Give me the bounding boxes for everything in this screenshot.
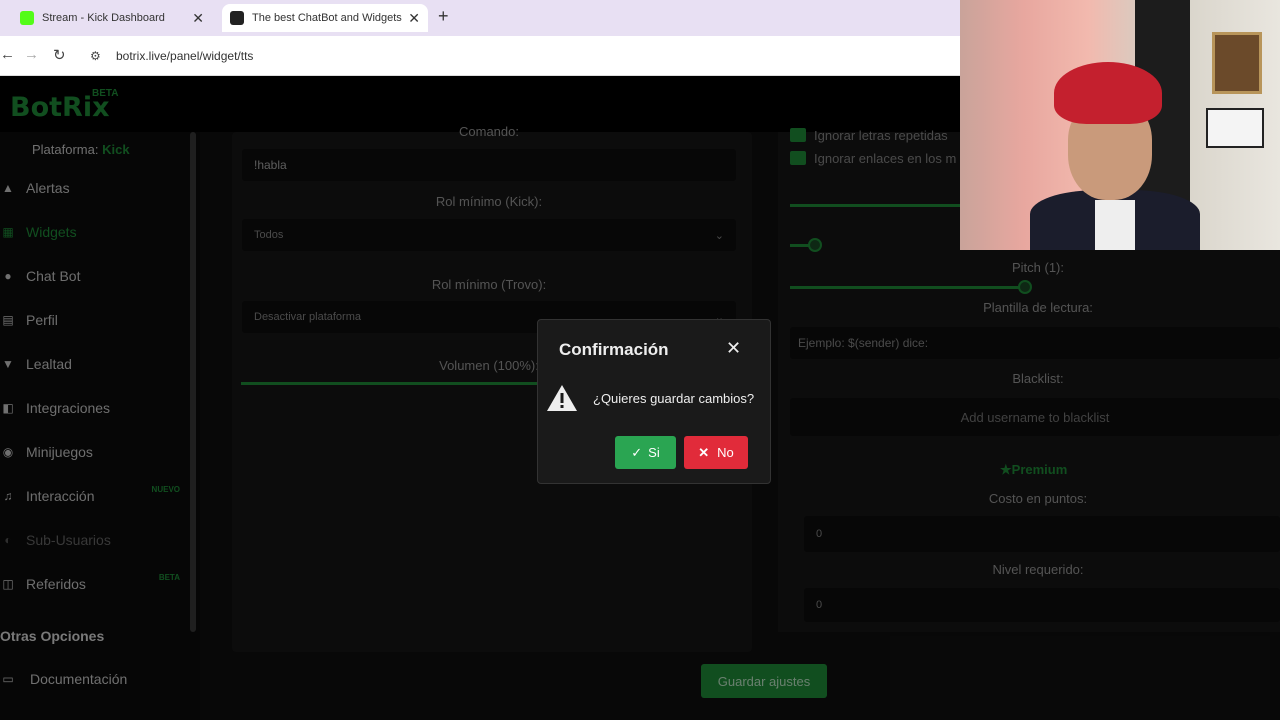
new-tab-icon[interactable]: + <box>438 6 449 27</box>
url-text[interactable]: botrix.live/panel/widget/tts <box>116 49 253 63</box>
back-icon[interactable]: ← <box>0 46 15 63</box>
kick-favicon-icon <box>20 11 34 25</box>
webcam-background-portrait <box>1212 32 1262 94</box>
dialog-message: ¿Quieres guardar cambios? <box>593 391 755 406</box>
webcam-person-shirt <box>1095 200 1135 250</box>
confirm-no-button[interactable]: ✕ No <box>684 436 748 469</box>
close-tab-icon[interactable]: ✕ <box>408 10 420 27</box>
botrix-favicon-icon <box>230 11 244 25</box>
no-label: No <box>717 445 734 460</box>
close-tab-icon[interactable]: ✕ <box>192 10 204 27</box>
reload-icon[interactable]: ↻ <box>53 46 66 64</box>
forward-icon[interactable]: → <box>24 46 39 63</box>
webcam-background-board <box>1206 108 1264 148</box>
browser-tab-botrix[interactable]: The best ChatBot and Widgets ✕ <box>222 4 428 32</box>
site-info-icon[interactable]: ⚙ <box>90 49 101 63</box>
close-icon[interactable]: ✕ <box>726 338 741 359</box>
check-icon: ✓ <box>631 444 643 460</box>
x-icon: ✕ <box>698 444 710 460</box>
yes-label: Si <box>648 445 660 460</box>
dialog-title: Confirmación <box>559 340 669 359</box>
tab-title: Stream - Kick Dashboard <box>42 12 165 24</box>
browser-tab-kick[interactable]: Stream - Kick Dashboard ✕ <box>12 4 212 32</box>
warning-icon <box>547 385 577 411</box>
webcam-person-hair <box>1054 62 1162 124</box>
confirm-yes-button[interactable]: ✓ Si <box>615 436 676 469</box>
tab-title: The best ChatBot and Widgets <box>252 12 402 24</box>
